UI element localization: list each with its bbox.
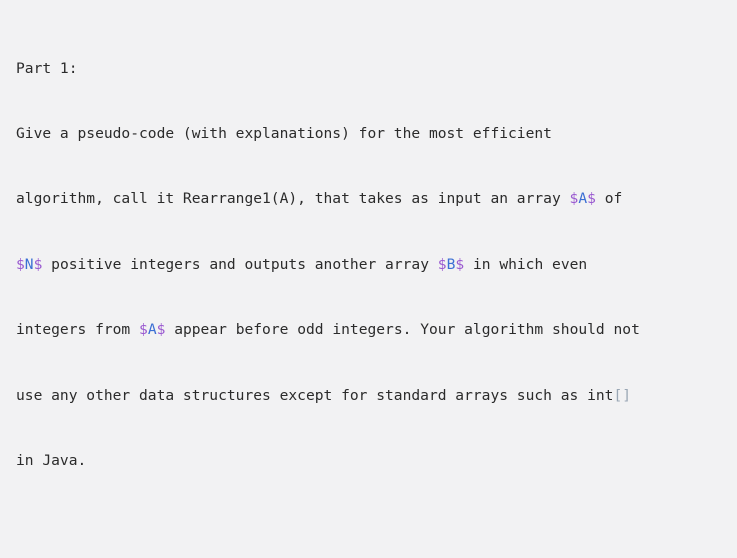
text-line: algorithm, call it Rearrange1(A), that t… [16, 188, 729, 210]
array-bracket-token: [] [613, 386, 632, 404]
math-identifier: N [24, 255, 34, 273]
line-text: positive integers and outputs another ar… [42, 255, 438, 273]
text-line: use any other data structures except for… [16, 385, 729, 407]
line-text: in which even [464, 255, 588, 273]
text-line: integers from $A$ appear before odd inte… [16, 319, 729, 341]
line-text: Part 1: [16, 59, 78, 77]
line-text: appear before odd integers. Your algorit… [165, 321, 640, 339]
line-text: of [595, 190, 623, 208]
math-delimiter: $ [437, 255, 447, 273]
math-delimiter: $ [569, 190, 579, 208]
line-text: integers from [16, 321, 140, 339]
text-line: Give a pseudo-code (with explanations) f… [16, 123, 729, 145]
line-text: algorithm, call it Rearrange1(A), that t… [16, 190, 570, 208]
line-text: Give a pseudo-code (with explanations) f… [16, 124, 552, 142]
math-identifier: A [578, 190, 588, 208]
math-delimiter: $ [16, 255, 25, 273]
line-text: in Java. [16, 451, 87, 469]
text-line: in Java. [16, 450, 729, 472]
math-identifier: A [147, 321, 157, 339]
text-editor-area[interactable]: Part 1: Give a pseudo-code (with explana… [0, 0, 737, 558]
math-delimiter: $ [587, 190, 596, 208]
text-line: $N$ positive integers and outputs anothe… [16, 254, 729, 276]
line-text: use any other data structures except for… [16, 386, 614, 404]
math-delimiter: $ [455, 255, 465, 273]
text-line: Part 1: [16, 58, 729, 80]
math-delimiter: $ [139, 321, 148, 339]
